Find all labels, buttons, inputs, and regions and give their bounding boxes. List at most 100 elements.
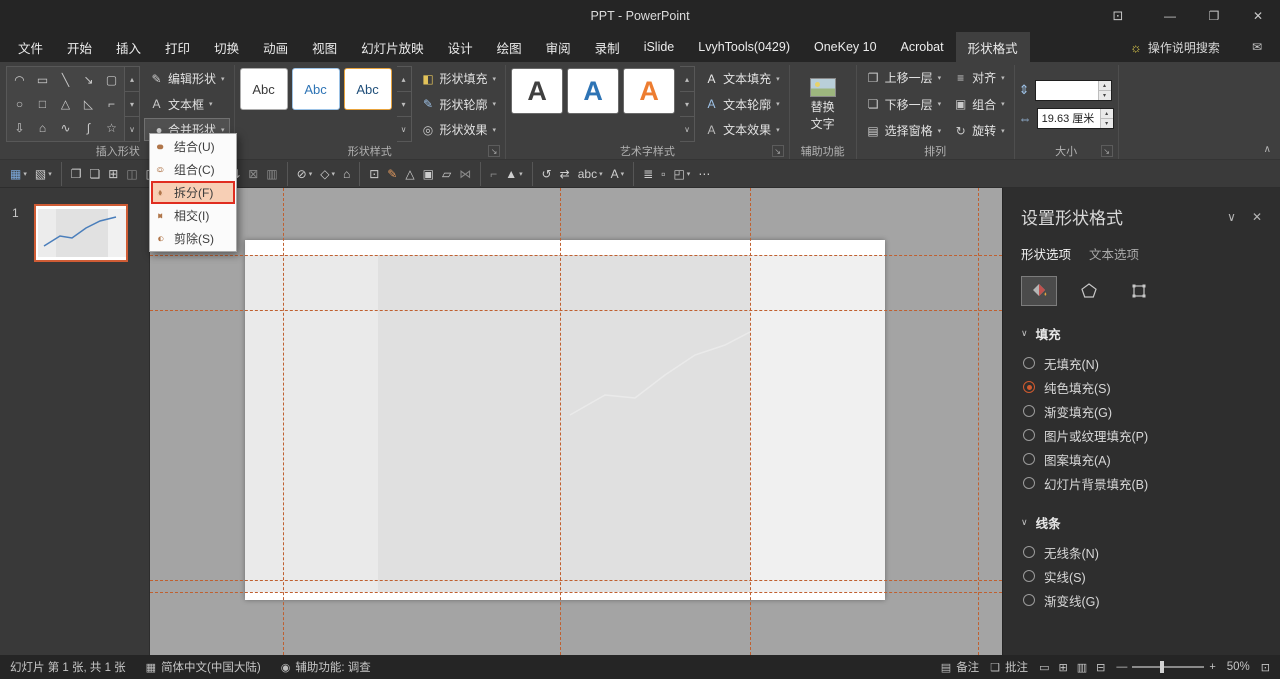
height-down-icon[interactable]: ▾	[1099, 90, 1111, 100]
close-button[interactable]: ✕	[1236, 0, 1280, 32]
toolbar-icon-button[interactable]: ✎ ▾	[383, 162, 401, 186]
arrange-button[interactable]: ❐ 上移一层 ▾	[861, 66, 947, 89]
guide-line[interactable]	[750, 188, 751, 655]
gallery-down-icon[interactable]: ▾	[680, 91, 694, 116]
shape-icon[interactable]: ▢	[100, 68, 123, 92]
pane-close-icon[interactable]: ✕	[1252, 210, 1262, 224]
slide-canvas[interactable]	[150, 188, 1002, 655]
height-up-icon[interactable]: ▴	[1099, 81, 1111, 90]
toolbar-icon-button[interactable]: ⌂ ▾	[339, 162, 354, 186]
language-status[interactable]: ▦ 简体中文(中国大陆)	[146, 659, 261, 675]
radio-option[interactable]: 无线条(N)	[1023, 540, 1262, 564]
dialog-launcher-icon[interactable]: ↘	[488, 145, 500, 157]
shape-icon[interactable]: ⌂	[31, 116, 54, 140]
height-input[interactable]	[1036, 81, 1098, 100]
ribbon-button[interactable]: A 文本轮廓 ▾	[699, 93, 785, 116]
radio-option[interactable]: 幻灯片背景填充(B)	[1023, 471, 1262, 495]
ribbon-tab[interactable]: 打印	[153, 32, 202, 62]
ribbon-tab[interactable]: 幻灯片放映	[349, 32, 436, 62]
zoom-slider[interactable]	[1132, 666, 1204, 668]
restore-button[interactable]: ❐	[1192, 0, 1236, 32]
dialog-launcher-icon[interactable]: ↘	[772, 145, 784, 157]
arrange-button[interactable]: ▣ 组合 ▾	[948, 93, 1010, 116]
toolbar-icon-button[interactable]: ⊞ ▾	[104, 162, 122, 186]
slide-counter[interactable]: 幻灯片 第 1 张, 共 1 张	[10, 659, 126, 675]
toolbar-icon-button[interactable]: ≣ ▾	[633, 162, 657, 186]
toolbar-icon-button[interactable]: ▱ ▾	[438, 162, 455, 186]
ribbon-button[interactable]: ◧ 形状填充 ▾	[416, 67, 502, 90]
ribbon-button[interactable]: ◎ 形状效果 ▾	[416, 118, 502, 141]
radio-option[interactable]: 渐变线(G)	[1023, 588, 1262, 612]
text-box-button[interactable]: A 文本框 ▾	[144, 93, 230, 116]
ribbon-tab[interactable]: 开始	[55, 32, 104, 62]
ribbon-tab[interactable]: iSlide	[632, 32, 687, 62]
gallery-more-icon[interactable]: ∨	[125, 116, 139, 141]
radio-option[interactable]: 实线(S)	[1023, 564, 1262, 588]
view-mode-icon[interactable]: ⊞	[1058, 661, 1067, 674]
ribbon-tab[interactable]: 插入	[104, 32, 153, 62]
gallery-up-icon[interactable]: ▴	[680, 67, 694, 91]
radio-option[interactable]: 无填充(N)	[1023, 351, 1262, 375]
toolbar-icon-button[interactable]: ◇ ▾	[316, 162, 339, 186]
shape-icon[interactable]: ☆	[100, 116, 123, 140]
arrange-button[interactable]: ▤ 选择窗格 ▾	[861, 119, 947, 142]
toolbar-icon-button[interactable]: ▦ ▾	[6, 162, 31, 186]
width-input[interactable]	[1038, 109, 1100, 128]
dialog-launcher-icon[interactable]: ↘	[1101, 145, 1113, 157]
shape-icon[interactable]: △	[54, 92, 77, 116]
view-mode-icon[interactable]: ▥	[1077, 661, 1087, 674]
ribbon-button[interactable]: A 文本填充 ▾	[699, 67, 785, 90]
toolbar-icon-button[interactable]: ❏ ▾	[85, 162, 104, 186]
gallery-more-icon[interactable]: ∨	[397, 116, 411, 141]
notes-button[interactable]: ▤ 备注	[941, 659, 979, 675]
collapse-ribbon-icon[interactable]: ∧	[1264, 144, 1271, 155]
zoom-slider-thumb[interactable]	[1160, 661, 1164, 673]
pane-tab[interactable]: 文本选项	[1089, 244, 1139, 263]
toolbar-icon-button[interactable]: ◫ ▾	[122, 162, 141, 186]
alt-text-button[interactable]: 替换 文字	[794, 66, 852, 142]
shape-icon[interactable]: ◠	[8, 68, 31, 92]
ribbon-tab[interactable]: 设计	[436, 32, 485, 62]
ribbon-tab[interactable]: 文件	[6, 32, 55, 62]
wordart-preset[interactable]: A	[567, 68, 619, 114]
radio-option[interactable]: 图片或纹理填充(P)	[1023, 423, 1262, 447]
ribbon-tab[interactable]: 审阅	[534, 32, 583, 62]
gallery-down-icon[interactable]: ▾	[125, 91, 139, 116]
toolbar-icon-button[interactable]: ⋈ ▾	[455, 162, 475, 186]
ribbon-button[interactable]: A 文本效果 ▾	[699, 118, 785, 141]
ribbon-tab[interactable]: OneKey 10	[802, 32, 889, 62]
tell-me-search[interactable]: ☼ 操作说明搜索	[1116, 32, 1234, 62]
wordart-preset[interactable]: A	[623, 68, 675, 114]
ribbon-tab[interactable]: 绘图	[485, 32, 534, 62]
menu-item[interactable]: ●● 结合(U)	[151, 135, 235, 158]
ribbon-tab[interactable]: 切换	[202, 32, 251, 62]
effects-tab[interactable]	[1071, 276, 1107, 306]
shape-icon[interactable]: ╲	[54, 68, 77, 92]
ribbon-tab[interactable]: 视图	[300, 32, 349, 62]
toolbar-icon-button[interactable]: A ▾	[607, 162, 629, 186]
guide-line[interactable]	[283, 188, 284, 655]
toolbar-icon-button[interactable]: ▫ ▾	[657, 162, 669, 186]
width-up-icon[interactable]: ▴	[1101, 109, 1113, 118]
ribbon-display-options-icon[interactable]: ⊡	[1098, 0, 1138, 32]
toolbar-icon-button[interactable]: ⊡ ▾	[359, 162, 383, 186]
fill-section-header[interactable]: ∨ 填充	[1021, 324, 1262, 343]
menu-item[interactable]: ○○ 组合(C)	[151, 158, 235, 181]
guide-line[interactable]	[150, 310, 1002, 311]
toolbar-icon-button[interactable]: ⊠ ▾	[244, 162, 262, 186]
ribbon-tab[interactable]: 录制	[583, 32, 632, 62]
toolbar-icon-button[interactable]: ↺ ▾	[532, 162, 556, 186]
toolbar-icon-button[interactable]: ▥ ▾	[262, 162, 281, 186]
shape-icon[interactable]: ∿	[54, 116, 77, 140]
guide-line[interactable]	[560, 188, 561, 655]
toolbar-icon-button[interactable]: ▣ ▾	[419, 162, 438, 186]
shape-icon[interactable]: ▭	[31, 68, 54, 92]
guide-line[interactable]	[150, 255, 1002, 256]
ribbon-button[interactable]: ✎ 形状轮廓 ▾	[416, 93, 502, 116]
wordart-preset[interactable]: A	[511, 68, 563, 114]
guide-line[interactable]	[150, 592, 1002, 593]
gallery-up-icon[interactable]: ▴	[125, 67, 139, 91]
gallery-more-icon[interactable]: ∨	[680, 116, 694, 141]
gallery-down-icon[interactable]: ▾	[397, 91, 411, 116]
slide-thumbnail[interactable]	[34, 204, 128, 262]
